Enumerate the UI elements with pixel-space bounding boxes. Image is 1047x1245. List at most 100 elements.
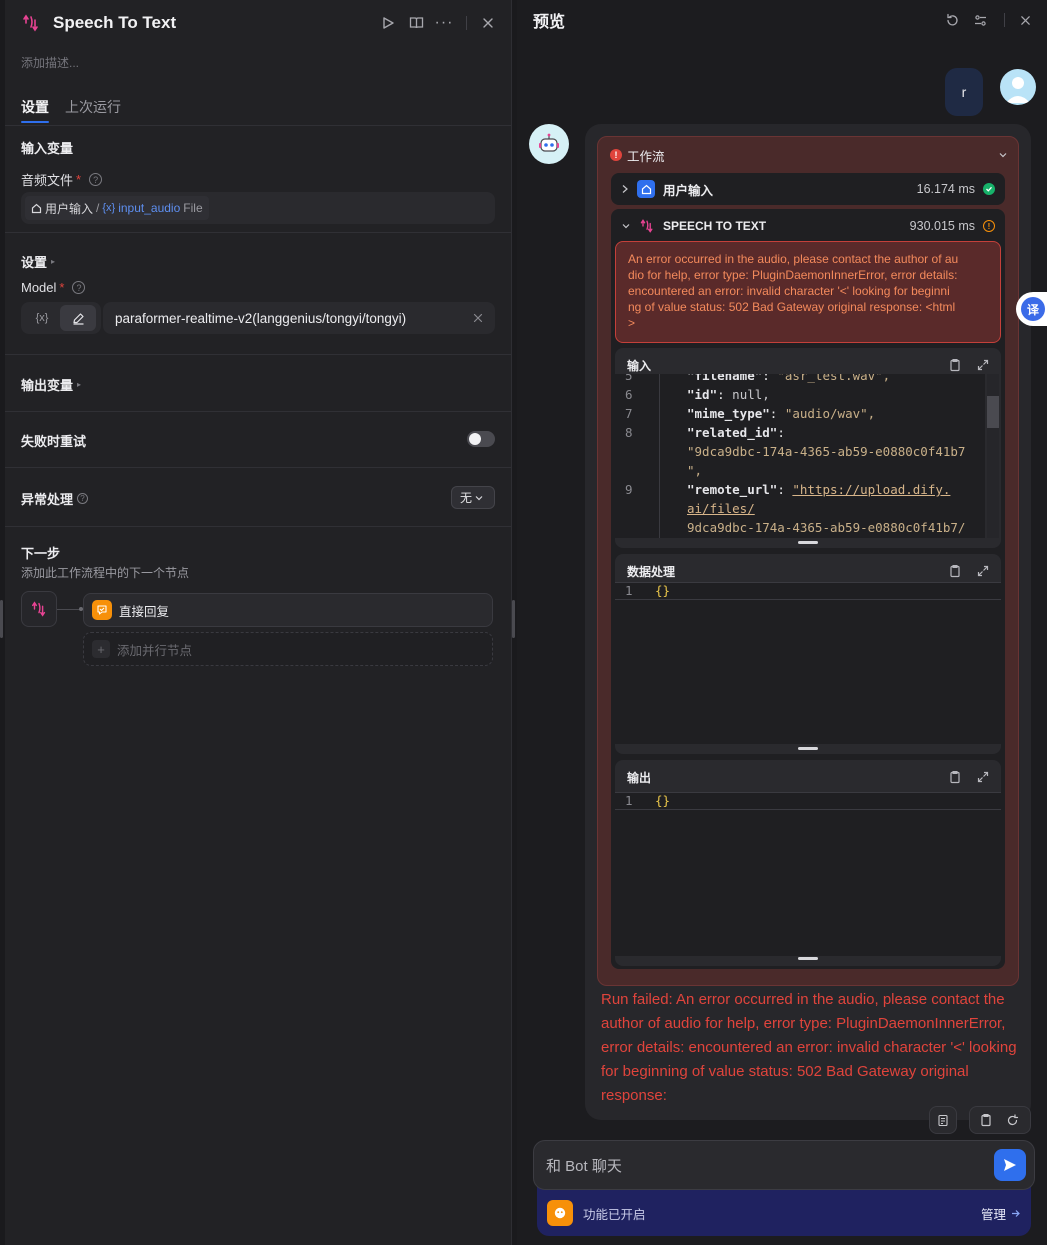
expand-icon[interactable]	[977, 771, 989, 783]
speech-to-text-icon	[31, 601, 46, 617]
model-label-row: Model * ?	[21, 280, 86, 295]
model-select[interactable]: paraformer-realtime-v2(langgenius/tongyi…	[103, 302, 495, 334]
next-node-item[interactable]: 直接回复	[83, 593, 493, 627]
home-icon	[31, 203, 42, 214]
copy-icon[interactable]	[949, 770, 961, 784]
scrollbar[interactable]	[987, 374, 999, 538]
feature-bar: 功能已开启 管理	[537, 1184, 1031, 1236]
translate-badge[interactable]: 译	[1016, 292, 1047, 326]
direct-reply-icon	[92, 600, 112, 620]
required-mark: *	[59, 280, 65, 295]
book-icon[interactable]	[402, 12, 430, 34]
manage-link[interactable]: 管理	[981, 1204, 1021, 1223]
more-icon[interactable]: ···	[430, 12, 458, 34]
run-failed-message: Run failed: An error occurred in the aud…	[601, 991, 1017, 1104]
speech-to-text-icon	[21, 13, 41, 33]
preview-toolbar	[938, 10, 1035, 30]
send-icon	[1004, 1159, 1016, 1171]
copy-icon[interactable]	[974, 1113, 998, 1127]
chip-node-name: 用户输入	[45, 201, 94, 216]
workflow-header[interactable]: ! 工作流	[610, 145, 1008, 165]
variable-chip[interactable]: 用户输入 / {x} input_audio File	[25, 196, 209, 220]
current-node-block	[21, 591, 57, 627]
chevron-down-icon	[475, 494, 483, 502]
chevron-down-icon	[998, 150, 1008, 160]
node-name: 用户输入	[663, 183, 714, 198]
run-icon[interactable]	[374, 12, 402, 34]
expand-icon[interactable]	[977, 565, 989, 577]
process-panel-title: 数据处理	[627, 564, 676, 579]
panel-header: Speech To Text ···	[21, 12, 501, 34]
workflow-process: ! 工作流 用户输入 16.174 ms SPEECH TO TEXT 930.…	[597, 136, 1019, 986]
resize-handle-left[interactable]	[0, 600, 3, 638]
add-parallel-node-button[interactable]: + 添加并行节点	[83, 632, 493, 666]
node-user-input[interactable]: 用户输入 16.174 ms	[611, 173, 1005, 205]
feature-text: 功能已开启	[583, 1207, 646, 1222]
log-icon[interactable]	[929, 1106, 957, 1134]
model-value: paraformer-realtime-v2(langgenius/tongyi…	[115, 310, 407, 326]
variable-icon: {x}	[102, 202, 116, 214]
chevron-right-icon: ▸	[51, 257, 56, 266]
copy-icon[interactable]	[949, 564, 961, 578]
send-button[interactable]	[994, 1149, 1026, 1181]
user-message-text: r	[961, 84, 967, 100]
close-preview-icon[interactable]	[1015, 15, 1035, 26]
output-panel-title: 输出	[627, 770, 652, 785]
speech-to-text-icon	[639, 218, 655, 234]
variables-settings-icon[interactable]	[966, 13, 994, 28]
chevron-right-icon: ▸	[77, 380, 82, 389]
add-parallel-label: 添加并行节点	[117, 643, 193, 658]
resize-bar[interactable]	[798, 541, 818, 544]
warning-icon: !	[983, 220, 995, 232]
resize-handle-middle[interactable]	[512, 600, 515, 638]
settings-section-title[interactable]: 设置 ▸	[21, 252, 55, 271]
error-handling-select[interactable]: 无	[451, 486, 495, 509]
description-input[interactable]: 添加描述...	[21, 54, 79, 71]
input-panel-title: 输入	[627, 358, 652, 373]
chat-placeholder: 和 Bot 聊天	[546, 1157, 622, 1175]
chat-input[interactable]: 和 Bot 聊天	[533, 1140, 1035, 1190]
node-settings-panel: Speech To Text ··· 添加描述... 设置 上次运行 输入变量	[5, 0, 512, 1245]
chip-variable-name: input_audio	[118, 201, 181, 215]
next-step-title: 下一步	[21, 546, 61, 561]
workflow-label: 工作流	[627, 149, 665, 164]
tab-settings[interactable]: 设置	[21, 97, 65, 125]
help-icon[interactable]: ?	[72, 281, 86, 294]
feature-icon	[547, 1200, 573, 1226]
resize-bar[interactable]	[798, 747, 818, 750]
node-name: SPEECH TO TEXT	[663, 219, 767, 233]
tab-last-run[interactable]: 上次运行	[65, 97, 121, 125]
chevron-down-icon	[621, 221, 631, 231]
preview-panel: 预览 r ! 工作流 用户输入 16.174 ms SPEECH TO TEXT…	[517, 0, 1047, 1245]
node-title[interactable]: Speech To Text	[53, 13, 176, 33]
chevron-right-icon	[621, 184, 629, 194]
edit-mode-button[interactable]	[60, 305, 96, 331]
close-icon[interactable]	[475, 12, 501, 34]
resize-bar[interactable]	[798, 957, 818, 960]
help-icon[interactable]: ?	[89, 173, 103, 186]
audio-file-label-row: 音频文件 * ?	[21, 170, 103, 189]
process-code-lines[interactable]: 1{}	[615, 582, 1001, 744]
variable-mode-button[interactable]: {x}	[24, 305, 60, 331]
retry-toggle[interactable]	[467, 431, 495, 447]
bot-message: ! 工作流 用户输入 16.174 ms SPEECH TO TEXT 930.…	[585, 124, 1031, 1120]
copy-icon[interactable]	[949, 358, 961, 372]
node-time: 930.015 ms	[909, 219, 975, 233]
expand-icon[interactable]	[977, 359, 989, 371]
input-code-lines[interactable]: 5 "filename": "asr_test.wav", 6 "id": null…	[615, 374, 985, 538]
audio-file-label: 音频文件	[21, 173, 74, 188]
help-icon[interactable]: ?	[77, 493, 89, 504]
node-speech-to-text-header[interactable]: SPEECH TO TEXT 930.015 ms !	[621, 217, 995, 235]
chip-separator: /	[96, 201, 100, 215]
refresh-icon[interactable]	[938, 13, 966, 28]
output-vars-title[interactable]: 输出变量 ▸	[21, 375, 81, 394]
output-code-lines[interactable]: 1{}	[615, 792, 1001, 956]
output-panel: 输出 1{}	[615, 760, 1001, 966]
audio-variable-field[interactable]: 用户输入 / {x} input_audio File	[21, 192, 495, 224]
error-icon: !	[610, 149, 622, 161]
clear-icon[interactable]	[473, 313, 483, 323]
tab-bar: 设置 上次运行	[21, 96, 121, 126]
node-error-message: An error occurred in the audio, please c…	[615, 241, 1001, 343]
regenerate-icon[interactable]	[998, 1113, 1026, 1127]
process-data-panel: 数据处理 1{}	[615, 554, 1001, 754]
